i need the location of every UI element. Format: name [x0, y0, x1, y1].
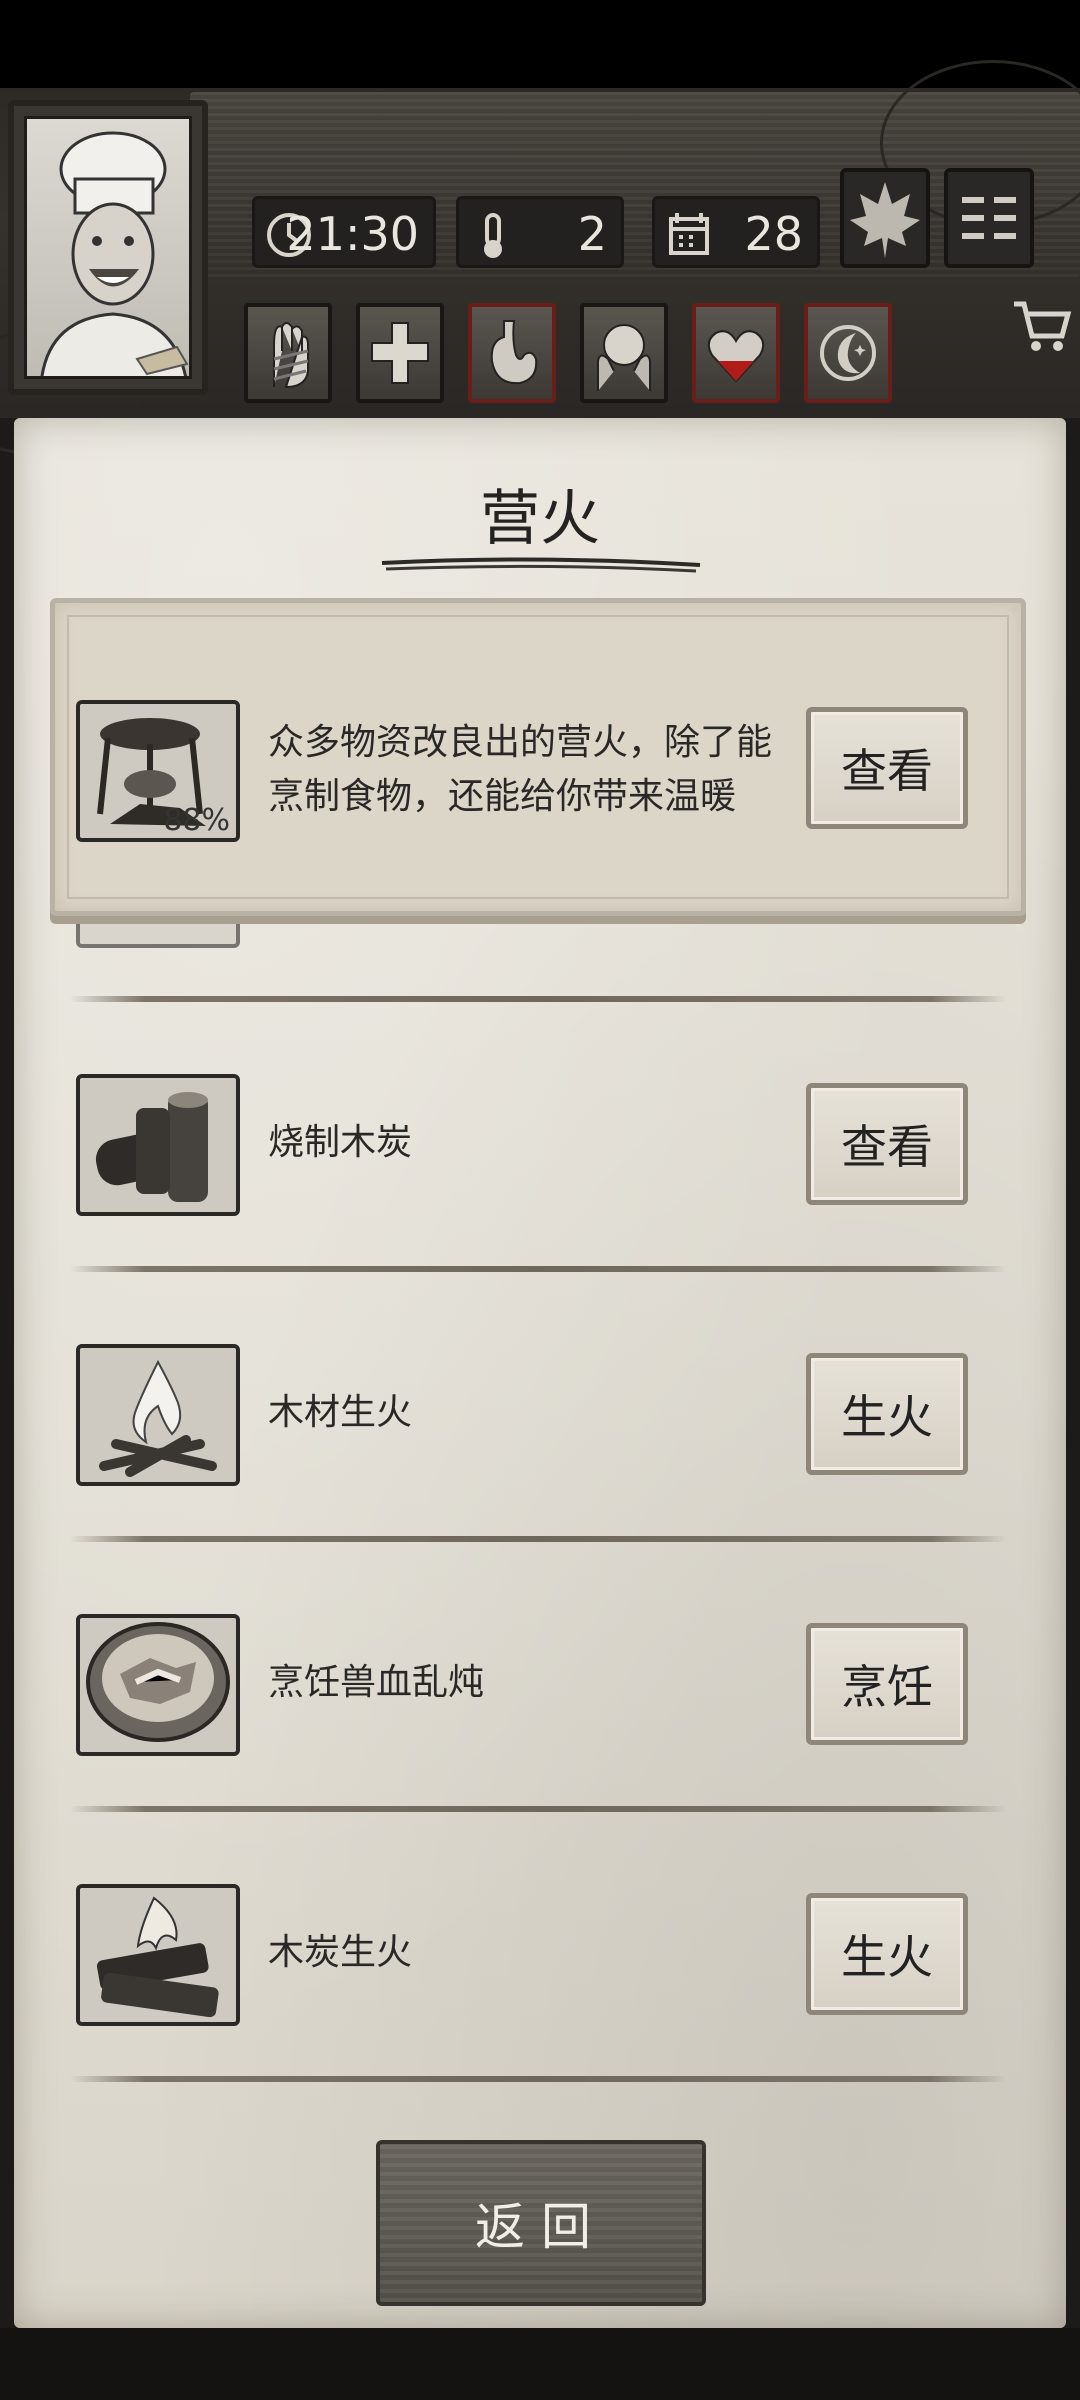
panel-title: 营火 [480, 484, 600, 554]
head-in-hands-icon [597, 324, 651, 391]
stat-injury[interactable] [244, 303, 332, 403]
calendar-icon [669, 213, 709, 255]
progress-label: 88% [163, 803, 230, 838]
temperature-value: 2 [577, 207, 607, 261]
campfire-view-button[interactable]: 查看 [806, 707, 968, 829]
row-divider [70, 1266, 1006, 1272]
heart-icon [707, 330, 765, 383]
charcoal-fire-button[interactable]: 生火 [806, 1893, 968, 2015]
bandaged-hand-icon [273, 322, 309, 389]
stew-label: 烹饪兽血乱炖 [268, 1662, 485, 1703]
campfire-description-line1: 众多物资改良出的营火，除了能 [268, 722, 773, 763]
row-divider [70, 1536, 1006, 1542]
stew-bowl-icon [86, 1622, 230, 1742]
menu-button[interactable] [944, 168, 1034, 268]
stat-heart[interactable] [692, 303, 780, 403]
wood-fire-button[interactable]: 生火 [806, 1353, 968, 1475]
menu-icon [962, 197, 1016, 239]
wood-fire-thumbnail [76, 1344, 240, 1486]
charcoal-thumbnail [76, 1074, 240, 1216]
back-button[interactable]: 返回 [376, 2140, 706, 2306]
row-divider [70, 996, 1006, 1002]
campfire-description-line2: 烹制食物，还能给你带来温暖 [268, 776, 737, 817]
time-value: 21:30 [286, 207, 419, 261]
stat-health[interactable] [356, 303, 444, 403]
chef-avatar [24, 116, 192, 379]
bottom-strip [0, 2328, 1080, 2400]
charcoal-fire-thumbnail [76, 1884, 240, 2026]
charcoal-label: 烧制木炭 [268, 1122, 413, 1163]
stat-hunger[interactable] [468, 303, 556, 403]
cook-stew-button[interactable]: 烹饪 [806, 1623, 968, 1745]
maple-leaf-icon [850, 182, 920, 258]
row-divider [70, 1806, 1006, 1812]
time-display: 21:30 [252, 196, 436, 268]
charcoal-fire-icon [96, 1896, 219, 2018]
charcoal-view-button[interactable]: 查看 [806, 1083, 968, 1205]
day-value: 28 [744, 207, 803, 261]
day-display: 28 [652, 196, 820, 268]
wood-fire-icon [99, 1359, 217, 1477]
campfire-thumbnail: 88% [76, 700, 240, 842]
medical-cross-icon [371, 322, 429, 384]
temperature-display: 2 [456, 196, 624, 268]
wood-fire-label: 木材生火 [268, 1392, 413, 1433]
shop-cart-icon[interactable] [1010, 296, 1072, 356]
row-divider [70, 2076, 1006, 2082]
stomach-icon [490, 320, 538, 385]
charcoal-fire-label: 木炭生火 [268, 1932, 413, 1973]
character-portrait[interactable] [8, 100, 208, 395]
stat-mood[interactable] [580, 303, 668, 403]
status-bar [0, 0, 1080, 88]
thermometer-icon [484, 213, 502, 258]
title-underline [381, 557, 701, 573]
moon-icon [820, 325, 876, 381]
stew-thumbnail [76, 1614, 240, 1756]
stat-sleep[interactable] [804, 303, 892, 403]
season-button[interactable] [840, 168, 930, 268]
charcoal-logs-icon [95, 1092, 208, 1202]
